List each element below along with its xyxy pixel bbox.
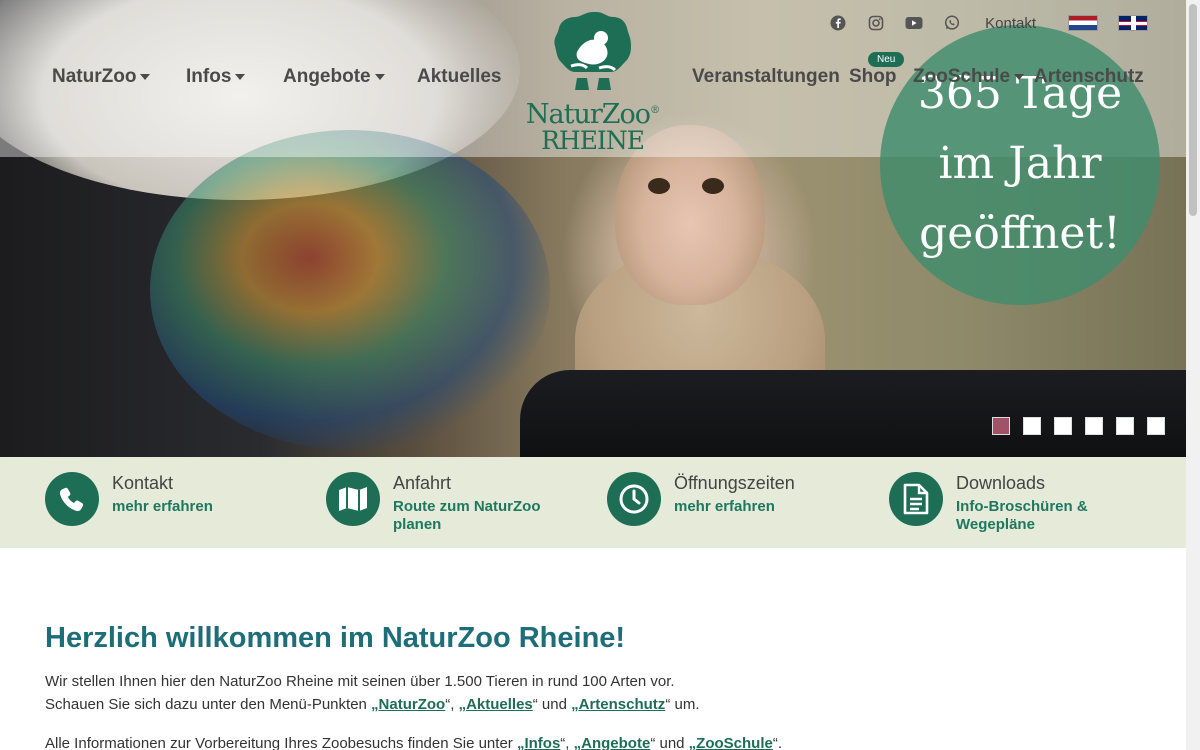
main-content: Herzlich willkommen im NaturZoo Rheine! … (45, 620, 1165, 750)
intro-text: “ und (532, 696, 572, 713)
nav-infos[interactable]: Infos (186, 66, 246, 88)
youtube-icon[interactable] (905, 14, 923, 32)
page-title: Herzlich willkommen im NaturZoo Rheine! (45, 622, 626, 654)
nav-artenschutz[interactable]: Artenschutz (1034, 66, 1144, 88)
caret-down-icon (140, 73, 151, 80)
nav-label: Infos (186, 66, 232, 87)
link-angebote[interactable]: „Angebote (574, 735, 651, 750)
slider-dot[interactable] (992, 417, 1010, 435)
logo-registered-mark: ® (650, 105, 660, 116)
quick-link-downloads[interactable]: Downloads Info-Broschüren & Wegepläne (889, 472, 1088, 534)
info-text: “ und (650, 735, 689, 750)
monkey-eye (702, 178, 724, 194)
shop-new-badge: Neu (868, 52, 905, 67)
quick-link-cta[interactable]: mehr erfahren (112, 498, 213, 516)
instagram-icon[interactable] (867, 14, 885, 32)
quick-link-oeffnungszeiten[interactable]: Öffnungszeiten mehr erfahren (607, 472, 795, 526)
nav-angebote[interactable]: Angebote (283, 66, 385, 88)
quick-link-title: Anfahrt (393, 473, 452, 493)
quick-link-cta-line: Info-Broschüren & (956, 498, 1088, 515)
badge-line: geöffnet! (919, 208, 1121, 259)
nav-label: NaturZoo (52, 66, 137, 87)
quick-link-cta[interactable]: Info-Broschüren & Wegepläne (956, 498, 1088, 534)
topbar-kontakt-link[interactable]: Kontakt (985, 15, 1036, 32)
nav-label: ZooSchule (913, 66, 1011, 87)
quick-link-title: Kontakt (112, 473, 174, 493)
quick-link-cta[interactable]: Route zum NaturZoo planen (393, 498, 541, 534)
facebook-icon[interactable] (829, 14, 847, 32)
badge-line: im Jahr (938, 138, 1102, 189)
document-icon (889, 472, 943, 526)
slider-dot[interactable] (1147, 417, 1165, 435)
link-naturzoo[interactable]: „NaturZoo (371, 696, 445, 713)
netherlands-flag[interactable] (1068, 15, 1098, 31)
scrollbar-thumb[interactable] (1189, 4, 1197, 216)
nav-zooschule[interactable]: ZooSchule (913, 66, 1025, 88)
site-logo[interactable]: NaturZoo® RHEINE (520, 8, 665, 153)
link-infos[interactable]: „Infos (517, 735, 560, 750)
caret-down-icon (235, 73, 246, 80)
info-text: Alle Informationen zur Vorbereitung Ihre… (45, 735, 517, 750)
phone-icon (45, 472, 99, 526)
quick-link-cta-line: planen (393, 516, 442, 533)
link-aktuelles[interactable]: „Aktuelles (459, 696, 533, 713)
clock-icon (607, 472, 661, 526)
map-icon (326, 472, 380, 526)
link-zooschule[interactable]: „ZooSchule (689, 735, 773, 750)
intro-paragraph: Wir stellen Ihnen hier den NaturZoo Rhei… (45, 670, 1165, 716)
nav-shop[interactable]: Shop (849, 66, 897, 88)
nav-label: Veranstaltungen (692, 66, 840, 87)
quick-link-cta-line: Wegepläne (956, 516, 1035, 533)
quick-link-anfahrt[interactable]: Anfahrt Route zum NaturZoo planen (326, 472, 541, 534)
quick-link-cta[interactable]: mehr erfahren (674, 498, 795, 516)
info-paragraph: Alle Informationen zur Vorbereitung Ihre… (45, 732, 1165, 750)
caret-down-icon (374, 73, 385, 80)
intro-text: Wir stellen Ihnen hier den NaturZoo Rhei… (45, 673, 675, 690)
caret-down-icon (1014, 73, 1025, 80)
whatsapp-icon[interactable] (943, 14, 961, 32)
nav-label: Aktuelles (417, 66, 502, 87)
nav-naturzoo[interactable]: NaturZoo (52, 66, 151, 88)
quick-link-title: Downloads (956, 473, 1046, 493)
quick-link-cta-line: Route zum NaturZoo (393, 498, 541, 515)
slider-dot[interactable] (1054, 417, 1072, 435)
intro-text: “ um. (665, 696, 700, 713)
quick-link-kontakt[interactable]: Kontakt mehr erfahren (45, 472, 213, 526)
nav-veranstaltungen[interactable]: Veranstaltungen (692, 66, 840, 88)
nav-label: Artenschutz (1034, 66, 1144, 87)
monkey-eye (648, 178, 670, 194)
nav-label: Angebote (283, 66, 371, 87)
uk-flag[interactable] (1118, 15, 1148, 31)
slider-indicators (992, 417, 1165, 435)
quick-links-band: Kontakt mehr erfahren Anfahrt Route zum … (0, 457, 1186, 548)
nav-label: Shop (849, 66, 897, 87)
top-bar: Kontakt (829, 14, 1148, 32)
hero-photo-camera (520, 370, 1186, 457)
intro-text: Schauen Sie sich dazu unter den Menü-Pun… (45, 696, 372, 713)
slider-dot[interactable] (1116, 417, 1134, 435)
info-text: “. (772, 735, 783, 750)
link-artenschutz[interactable]: „Artenschutz (571, 696, 665, 713)
intro-text: “, (445, 696, 459, 713)
logo-line2: RHEINE (541, 126, 645, 155)
nav-aktuelles[interactable]: Aktuelles (417, 66, 501, 88)
info-text: “, (560, 735, 574, 750)
hero-photo-scarf (150, 130, 550, 450)
slider-dot[interactable] (1023, 417, 1041, 435)
slider-dot[interactable] (1085, 417, 1103, 435)
tree-monkey-logo-icon (553, 12, 631, 90)
quick-link-title: Öffnungszeiten (674, 473, 795, 493)
